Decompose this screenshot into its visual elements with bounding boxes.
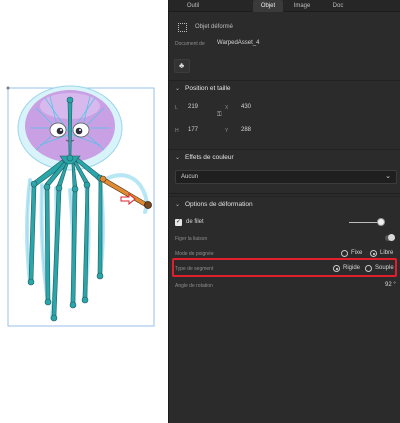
handle-free-label: Libre (380, 250, 394, 256)
width-label: L (175, 105, 178, 111)
corner-handle (6, 86, 10, 90)
chevron-down-icon: ⌄ (175, 86, 181, 92)
club-icon: ♣ (179, 61, 185, 70)
object-type-label: Objet déformé (195, 24, 234, 30)
color-effects-header[interactable]: ⌄ Effets de couleur (169, 149, 400, 165)
selected-bone-end-pin (144, 201, 152, 209)
handle-fixed-label: Fixe (351, 250, 363, 256)
jellyfish-illustration[interactable] (0, 0, 168, 423)
height-value[interactable]: 177 (188, 127, 198, 133)
warp-object-icon (178, 23, 187, 32)
document-name: WarpedAsset_4 (217, 40, 260, 46)
mesh-slider-track[interactable] (349, 222, 379, 223)
deform-options-header[interactable]: ⌄ Options de déformation (169, 196, 400, 212)
color-effect-value: Aucun (181, 174, 199, 180)
y-value[interactable]: 288 (241, 127, 251, 133)
handle-free-radio[interactable] (370, 250, 377, 257)
color-effects-title: Effets de couleur (185, 154, 234, 161)
width-value[interactable]: 219 (188, 104, 198, 110)
tab-objet[interactable]: Objet (253, 0, 283, 12)
link-icon[interactable]: ⚿ (217, 112, 222, 119)
handle-mode-label: Mode de poignée (175, 251, 214, 257)
rotation-angle-label: Angle de rotation (175, 283, 213, 289)
tab-doc[interactable]: Doc (321, 0, 355, 12)
x-value[interactable]: 430 (241, 104, 251, 110)
properties-panel: Outil Objet Image Doc Objet déformé Docu… (168, 0, 400, 423)
club-button[interactable]: ♣ (174, 59, 190, 73)
tab-image[interactable]: Image (285, 0, 319, 12)
position-section-title: Position et taille (185, 85, 231, 92)
x-label: X (225, 105, 229, 111)
y-label: Y (225, 128, 229, 134)
handle-fixed-radio[interactable] (341, 250, 348, 257)
pin-link-toggle[interactable] (385, 234, 395, 241)
mesh-label: de filet (186, 219, 204, 225)
height-label: H (175, 128, 179, 134)
deform-options-title: Options de déformation (185, 201, 253, 208)
selected-bone (100, 176, 148, 208)
position-section-header[interactable]: ⌄ Position et taille (169, 80, 400, 96)
artboard-canvas[interactable] (0, 0, 168, 423)
chevron-down-icon: ⌄ (175, 202, 181, 208)
document-label: Document de (175, 41, 205, 47)
pin-link-label: Figer la liaison (175, 236, 208, 242)
tab-outil[interactable]: Outil (177, 0, 209, 12)
segment-type-highlight (172, 258, 397, 277)
chevron-down-icon: ⌄ (385, 173, 391, 180)
chevron-down-icon: ⌄ (175, 155, 181, 161)
color-effect-select[interactable]: Aucun ⌄ (175, 170, 397, 184)
panel-tabs: Outil Objet Image Doc (169, 0, 400, 12)
mesh-slider-thumb[interactable] (377, 218, 385, 226)
mesh-checkbox[interactable]: ✓ (175, 219, 182, 226)
rotation-angle-value[interactable]: 92 ° (385, 282, 396, 288)
